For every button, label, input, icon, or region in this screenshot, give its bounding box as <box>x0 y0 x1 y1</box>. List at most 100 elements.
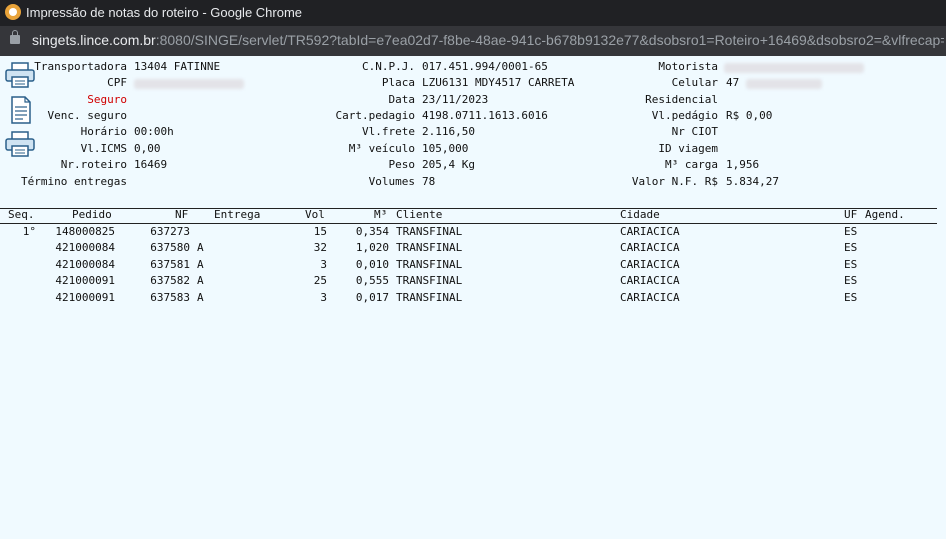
header-vol: Vol <box>305 208 325 221</box>
cell-cidade: CARIACICA <box>620 257 680 271</box>
peso-value: 205,4 Kg <box>422 158 475 171</box>
celular-number-redacted <box>746 79 822 89</box>
m3carga-value: 1,956 <box>726 158 760 171</box>
cartpedagio-value: 4198.0711.1613.6016 <box>422 109 548 122</box>
cell-nf: 637582 <box>150 274 190 288</box>
cpf-value-redacted <box>134 79 244 89</box>
transportadora-label: Transportadora <box>34 60 127 73</box>
volumes-label: Volumes <box>368 175 415 188</box>
report-page: Transportadora CPF Seguro Venc. seguro H… <box>0 56 946 539</box>
idviagem-label: ID viagem <box>658 142 718 155</box>
cell-pedido: 421000091 <box>55 274 115 288</box>
vlpedagio-label: Vl.pedágio <box>651 109 718 122</box>
cell-cliente: TRANSFINAL <box>396 274 463 288</box>
residencial-label: Residencial <box>645 93 718 106</box>
motorista-value-redacted <box>724 63 864 73</box>
seguro-label: Seguro <box>87 93 127 106</box>
venc-seguro-label: Venc. seguro <box>47 109 127 122</box>
placa-value: LZU6131 MDY4517 CARRETA <box>422 76 575 89</box>
cell-uf: ES <box>844 225 858 238</box>
header-pedido: Pedido <box>72 208 112 221</box>
nrroteiro-label: Nr.roteiro <box>60 158 127 171</box>
cell-nf-flag: A <box>197 257 204 271</box>
cell-vol: 25 <box>313 274 327 288</box>
table-top-rule <box>0 208 937 209</box>
header-agend: Agend. <box>865 208 905 221</box>
nrroteiro-value: 16469 <box>134 158 168 171</box>
cell-cidade: CARIACICA <box>620 290 680 304</box>
header-nf: NF <box>175 208 189 221</box>
cell-nf-flag: A <box>197 290 204 304</box>
cell-m3: 1,020 <box>355 241 389 255</box>
horario-label: Horário <box>80 125 127 138</box>
cell-nf-flag: A <box>197 241 204 255</box>
cell-vol: 15 <box>313 225 327 238</box>
header-seq: Seq. <box>8 208 35 221</box>
cell-uf: ES <box>844 290 858 304</box>
icms-label: Vl.ICMS <box>80 142 127 155</box>
cell-vol: 3 <box>320 290 327 304</box>
transportadora-value: 13404 FATINNE <box>134 60 221 73</box>
cpf-label: CPF <box>107 76 127 89</box>
vlfrete-value: 2.116,50 <box>422 125 475 138</box>
cell-seq: 1° <box>22 225 36 238</box>
cartpedagio-label: Cart.pedagio <box>335 109 415 122</box>
cell-nf: 637580 <box>150 241 190 255</box>
cell-m3: 0,555 <box>355 274 389 288</box>
address-bar[interactable]: singets.lince.com.br:8080/SINGE/servlet/… <box>0 26 946 56</box>
m3carga-label: M³ carga <box>665 158 718 171</box>
cell-cliente: TRANSFINAL <box>396 225 463 238</box>
valornf-value: 5.834,27 <box>726 175 779 188</box>
cell-m3: 0,010 <box>355 257 389 271</box>
cell-nf: 637581 <box>150 257 190 271</box>
cell-pedido: 421000091 <box>55 290 115 304</box>
motorista-label: Motorista <box>658 60 718 73</box>
termino-label: Término entregas <box>21 175 127 188</box>
header-cidade: Cidade <box>620 208 660 221</box>
cell-vol: 3 <box>320 257 327 271</box>
url-text[interactable]: singets.lince.com.br:8080/SINGE/servlet/… <box>32 32 944 48</box>
window-title: Impressão de notas do roteiro - Google C… <box>26 5 303 20</box>
celular-value: 47 <box>726 76 740 89</box>
m3veiculo-label: M³ veículo <box>348 142 415 155</box>
cell-cidade: CARIACICA <box>620 241 680 255</box>
volumes-value: 78 <box>422 175 436 188</box>
peso-label: Peso <box>388 158 416 171</box>
data-value: 23/11/2023 <box>422 93 489 106</box>
cnpj-label: C.N.P.J. <box>362 60 415 73</box>
cnpj-value: 017.451.994/0001-65 <box>422 60 548 73</box>
cell-uf: ES <box>844 241 858 255</box>
cell-pedido: 148000825 <box>55 225 115 238</box>
nrciot-label: Nr CIOT <box>671 125 718 138</box>
table-header-rule <box>0 223 937 224</box>
header-entrega: Entrega <box>214 208 261 221</box>
m3veiculo-value: 105,000 <box>422 142 469 155</box>
cell-nf: 637583 <box>150 290 190 304</box>
cell-cidade: CARIACICA <box>620 225 680 238</box>
cell-cliente: TRANSFINAL <box>396 290 463 304</box>
data-label: Data <box>388 93 416 106</box>
header-cliente: Cliente <box>396 208 443 221</box>
vlpedagio-value: R$ 0,00 <box>726 109 773 122</box>
url-host: singets.lince.com.br <box>32 32 156 48</box>
placa-label: Placa <box>381 76 415 89</box>
window-titlebar: Impressão de notas do roteiro - Google C… <box>0 0 946 26</box>
celular-label: Celular <box>671 76 718 89</box>
cell-cliente: TRANSFINAL <box>396 257 463 271</box>
header-uf: UF <box>844 208 858 221</box>
url-path: :8080/SINGE/servlet/TR592?tabId=e7ea02d7… <box>155 32 944 48</box>
horario-value: 00:00h <box>134 125 174 138</box>
cell-cliente: TRANSFINAL <box>396 241 463 255</box>
cell-vol: 32 <box>313 241 327 255</box>
vlfrete-label: Vl.frete <box>362 125 415 138</box>
cell-uf: ES <box>844 257 858 271</box>
valornf-label: Valor N.F. R$ <box>631 175 718 188</box>
cell-cidade: CARIACICA <box>620 274 680 288</box>
icms-value: 0,00 <box>134 142 161 155</box>
cell-pedido: 421000084 <box>55 241 115 255</box>
cell-nf: 637273 <box>150 225 190 238</box>
cell-m3: 0,017 <box>355 290 389 304</box>
cell-uf: ES <box>844 274 858 288</box>
header-m3: M³ <box>374 208 388 221</box>
cell-m3: 0,354 <box>355 225 389 238</box>
